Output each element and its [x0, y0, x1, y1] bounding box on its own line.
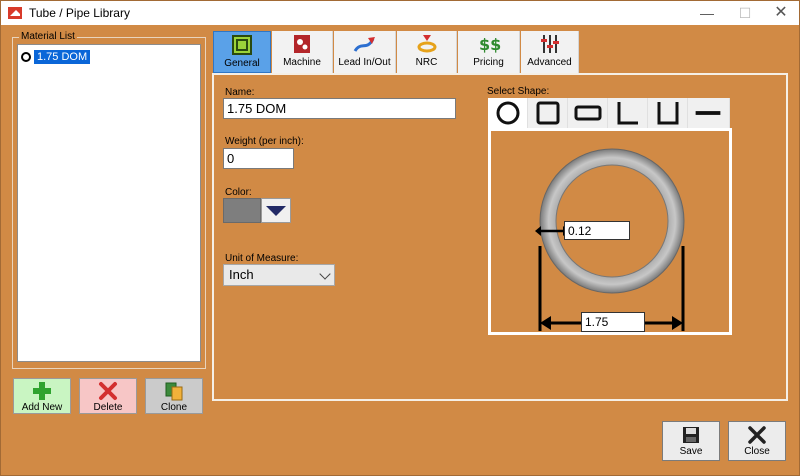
save-label: Save: [679, 446, 703, 457]
clone-label: Clone: [160, 402, 188, 413]
add-new-button[interactable]: Add New: [13, 378, 71, 414]
tab-label: Lead In/Out: [338, 57, 391, 68]
tab-lead-in-out[interactable]: Lead In/Out: [334, 31, 396, 73]
outer-diameter-input[interactable]: 1.75: [581, 312, 645, 332]
window-title: Tube / Pipe Library: [29, 6, 130, 20]
tab-general[interactable]: General: [213, 31, 271, 73]
close-window-button[interactable]: ✕: [763, 1, 799, 25]
channel-shape-icon: [657, 102, 679, 125]
tube-pipe-library-window: Tube / Pipe Library — ☐ ✕ Material List …: [0, 0, 800, 476]
app-icon: [8, 7, 22, 19]
shape-flat-button[interactable]: [688, 98, 730, 128]
shape-selector: [488, 98, 730, 128]
round-shape-icon: [496, 101, 520, 125]
shape-channel-button[interactable]: [648, 98, 688, 128]
weight-label: Weight (per inch):: [225, 136, 304, 147]
flat-shape-icon: [695, 111, 721, 115]
general-icon: [232, 35, 252, 55]
shape-round-button[interactable]: [488, 98, 528, 128]
tab-advanced[interactable]: Advanced: [521, 31, 579, 73]
list-item-label: 1.75 DOM: [34, 50, 91, 64]
tab-label: Pricing: [473, 57, 504, 68]
save-icon: [683, 427, 699, 443]
clone-icon: [165, 382, 183, 401]
tab-machine[interactable]: Machine: [272, 31, 333, 73]
save-button[interactable]: Save: [662, 421, 720, 461]
material-list-group: Material List 1.75 DOM: [12, 31, 206, 369]
close-icon: [748, 426, 766, 444]
clone-button[interactable]: Clone: [145, 378, 203, 414]
unit-select[interactable]: Inch: [223, 264, 335, 286]
tab-pricing[interactable]: $$ Pricing: [458, 31, 520, 73]
chevron-down-icon: [319, 268, 331, 280]
delete-x-icon: [99, 382, 117, 400]
shape-rectangle-button[interactable]: [568, 98, 608, 128]
tab-label: Machine: [283, 57, 321, 68]
unit-label: Unit of Measure:: [225, 253, 299, 264]
pricing-icon: $$: [479, 35, 501, 54]
square-shape-icon: [536, 101, 560, 125]
angle-shape-icon: [617, 102, 638, 125]
tab-nrc[interactable]: NRC: [397, 31, 457, 73]
delete-button[interactable]: Delete: [79, 378, 137, 414]
lead-in-out-icon: [353, 37, 375, 52]
machine-icon: [294, 35, 310, 53]
wall-thickness-input[interactable]: 0.12: [564, 221, 630, 240]
color-label: Color:: [225, 187, 252, 198]
close-label: Close: [744, 446, 770, 457]
dropdown-triangle-icon: [266, 206, 286, 216]
name-label: Name:: [225, 87, 255, 98]
shape-square-button[interactable]: [528, 98, 568, 128]
color-swatch[interactable]: [223, 198, 261, 223]
unit-select-value: Inch: [229, 267, 254, 282]
delete-label: Delete: [93, 402, 123, 413]
title-bar: Tube / Pipe Library — ☐ ✕: [1, 1, 799, 25]
svg-text:$$: $$: [479, 35, 501, 54]
plus-icon: [33, 382, 51, 400]
color-dropdown-button[interactable]: [261, 198, 291, 223]
tab-label: Advanced: [527, 57, 572, 68]
add-new-label: Add New: [21, 402, 63, 413]
tab-label: NRC: [415, 57, 438, 68]
shape-label: Select Shape:: [487, 86, 550, 97]
shape-angle-button[interactable]: [608, 98, 648, 128]
weight-input[interactable]: 0: [223, 148, 294, 169]
round-tube-icon: [21, 52, 31, 62]
minimize-button[interactable]: —: [689, 1, 725, 25]
close-button[interactable]: Close: [728, 421, 786, 461]
rectangle-shape-icon: [574, 105, 602, 121]
maximize-button[interactable]: ☐: [727, 1, 763, 25]
nrc-icon: [417, 35, 436, 53]
list-item[interactable]: 1.75 DOM: [21, 49, 91, 65]
name-input[interactable]: 1.75 DOM: [223, 98, 456, 119]
tab-label: General: [224, 58, 260, 69]
advanced-icon: [540, 35, 559, 53]
material-list-label: Material List: [19, 31, 77, 42]
material-list[interactable]: 1.75 DOM: [17, 44, 201, 362]
